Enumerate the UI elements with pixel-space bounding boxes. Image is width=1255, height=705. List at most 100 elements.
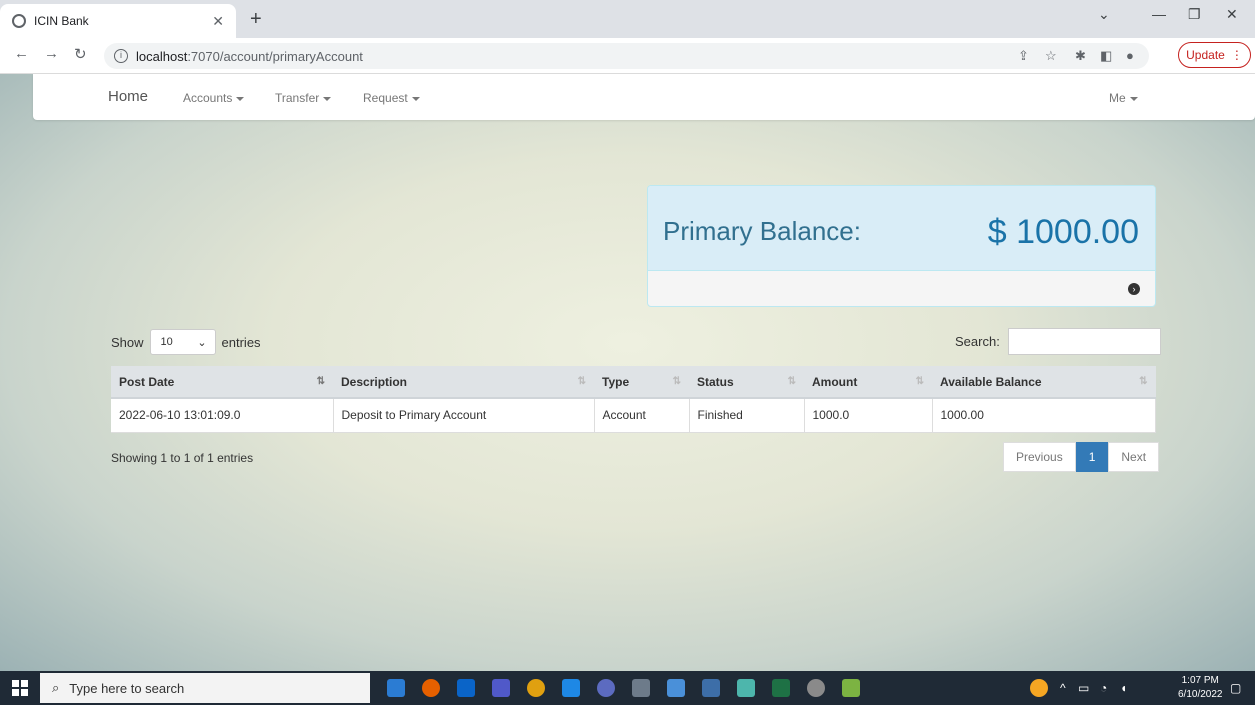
tab-search-icon[interactable]: ⌄ xyxy=(1098,6,1110,23)
task-view-icon[interactable] xyxy=(387,679,405,697)
forward-icon[interactable]: → xyxy=(44,45,59,62)
table-cell: 1000.00 xyxy=(932,398,1156,433)
page-1-button[interactable]: 1 xyxy=(1075,442,1109,472)
search-label: Search: xyxy=(955,334,1000,349)
column-header[interactable]: Post Date ⇅ xyxy=(111,366,333,399)
window-close-icon[interactable]: ✕ xyxy=(1226,6,1238,23)
chevron-down-icon: ⌄ xyxy=(197,337,207,349)
browser-tab[interactable]: ICIN Bank ✕ xyxy=(0,4,236,38)
info-icon[interactable]: i xyxy=(114,49,128,63)
battery-icon[interactable]: ▭ xyxy=(1078,681,1089,695)
next-page-button[interactable]: Next xyxy=(1108,442,1160,472)
clock-date: 6/10/2022 xyxy=(1178,689,1223,700)
column-label: Post Date xyxy=(119,374,175,389)
arrow-circle-right-icon[interactable]: › xyxy=(1128,283,1140,295)
browser-toolbar: ← → ↻ i localhost:7070/account/primaryAc… xyxy=(0,38,1255,74)
column-header[interactable]: Description ⇅ xyxy=(333,366,594,399)
search-icon: ⌕ xyxy=(52,680,60,695)
table-info: Showing 1 to 1 of 1 entries xyxy=(111,451,254,465)
transactions-table: Post Date ⇅ Description ⇅ Type ⇅ Status ⇅ Am… xyxy=(111,366,1156,433)
app-icon[interactable] xyxy=(842,679,860,697)
nav-request-dropdown[interactable]: Request xyxy=(363,91,420,105)
minimize-icon[interactable]: — xyxy=(1152,6,1166,22)
column-header[interactable]: Status ⇅ xyxy=(689,366,804,399)
page-length-control: Show 10 ⌄ entries xyxy=(111,329,261,355)
nav-home[interactable]: Home xyxy=(108,88,148,105)
caret-down-icon xyxy=(323,96,332,101)
page-length-select[interactable]: 10 ⌄ xyxy=(149,329,216,355)
volume-icon[interactable]: ◖ xyxy=(1120,681,1127,695)
update-label: Update xyxy=(1186,48,1225,62)
sort-icon: ⇅ xyxy=(915,376,924,387)
url-path: :7070/account/primaryAccount xyxy=(187,48,363,64)
taskbar: ⌕ Type here to search ^ ▭ ◔ ◖ 1:07 PM 6/… xyxy=(0,671,1255,705)
reload-icon[interactable]: ↻ xyxy=(74,45,87,63)
weather-icon[interactable] xyxy=(1030,679,1048,697)
nav-me-dropdown[interactable]: Me xyxy=(1109,91,1138,105)
nav-transfer-dropdown[interactable]: Transfer xyxy=(275,91,332,105)
taskbar-clock[interactable]: 1:07 PM 6/10/2022 xyxy=(1178,674,1223,702)
more-menu-icon: ⋮ xyxy=(1230,48,1243,62)
vscode-icon[interactable] xyxy=(562,679,580,697)
show-label: Show xyxy=(111,334,144,350)
table-cell: 2022-06-10 13:01:09.0 xyxy=(111,398,334,433)
balance-label: Primary Balance: xyxy=(663,216,861,246)
column-label: Type xyxy=(602,374,630,389)
column-label: Amount xyxy=(812,374,858,389)
table-cell: Deposit to Primary Account xyxy=(333,398,595,433)
update-button[interactable]: Update ⋮ xyxy=(1178,42,1251,68)
entries-label: entries xyxy=(221,334,261,350)
taskbar-search[interactable]: ⌕ Type here to search xyxy=(40,673,370,703)
caret-down-icon xyxy=(411,96,420,101)
tab-title: ICIN Bank xyxy=(34,14,89,28)
sort-asc-icon: ⇅ xyxy=(316,376,325,387)
chrome-icon[interactable] xyxy=(527,679,545,697)
nav-me-label: Me xyxy=(1109,91,1126,105)
address-bar[interactable]: i localhost:7070/account/primaryAccount xyxy=(104,43,1149,69)
windows-start-icon[interactable] xyxy=(12,680,28,696)
excel-icon[interactable] xyxy=(772,679,790,697)
wifi-icon[interactable]: ◔ xyxy=(1100,681,1107,695)
balance-panel-heading: Primary Balance: $ 1000.00 xyxy=(648,186,1155,271)
app-icon[interactable] xyxy=(667,679,685,697)
search-input[interactable] xyxy=(1007,328,1161,355)
column-header[interactable]: Type ⇅ xyxy=(594,366,689,399)
tray-chevron-icon[interactable]: ^ xyxy=(1060,681,1066,695)
nav-request-label: Request xyxy=(363,91,408,105)
settings-icon[interactable] xyxy=(807,679,825,697)
column-label: Status xyxy=(697,374,734,389)
table-cell: Finished xyxy=(689,398,805,433)
table-row: 2022-06-10 13:01:09.0 Deposit to Primary… xyxy=(111,398,1156,433)
column-label: Available Balance xyxy=(940,374,1042,389)
nav-accounts-dropdown[interactable]: Accounts xyxy=(183,91,245,105)
page-length-value: 10 xyxy=(160,336,173,348)
app-icon[interactable] xyxy=(737,679,755,697)
sort-icon: ⇅ xyxy=(577,376,586,387)
bookmark-star-icon[interactable]: ☆ xyxy=(1045,48,1057,64)
balance-panel: Primary Balance: $ 1000.00 › xyxy=(647,185,1156,307)
new-tab-button[interactable]: + xyxy=(250,8,262,31)
pagination: Previous 1 Next xyxy=(1003,442,1160,472)
profile-icon[interactable]: ● xyxy=(1126,48,1134,63)
restore-icon[interactable]: ❐ xyxy=(1188,6,1201,23)
column-header[interactable]: Amount ⇅ xyxy=(804,366,932,399)
firefox-icon[interactable] xyxy=(422,679,440,697)
extensions-icon[interactable]: ✱ xyxy=(1075,48,1086,64)
eclipse-icon[interactable] xyxy=(597,679,615,697)
outlook-icon[interactable] xyxy=(457,679,475,697)
globe-icon xyxy=(12,14,26,28)
back-icon[interactable]: ← xyxy=(14,45,29,62)
nav-transfer-label: Transfer xyxy=(275,91,320,105)
terminal-icon[interactable] xyxy=(632,679,650,697)
teams-icon[interactable] xyxy=(492,679,510,697)
table-cell: 1000.0 xyxy=(804,398,933,433)
previous-page-button[interactable]: Previous xyxy=(1003,442,1076,472)
browser-tab-bar: ICIN Bank ✕ + ⌄ — ❐ ✕ xyxy=(0,0,1255,38)
sort-icon: ⇅ xyxy=(787,376,796,387)
share-icon[interactable]: ⇪ xyxy=(1018,48,1029,64)
notifications-icon[interactable]: ▢ xyxy=(1230,681,1241,695)
tab-close-icon[interactable]: ✕ xyxy=(212,13,224,30)
app-icon[interactable] xyxy=(702,679,720,697)
side-panel-icon[interactable]: ◧ xyxy=(1100,48,1112,64)
column-header[interactable]: Available Balance ⇅ xyxy=(932,366,1156,399)
